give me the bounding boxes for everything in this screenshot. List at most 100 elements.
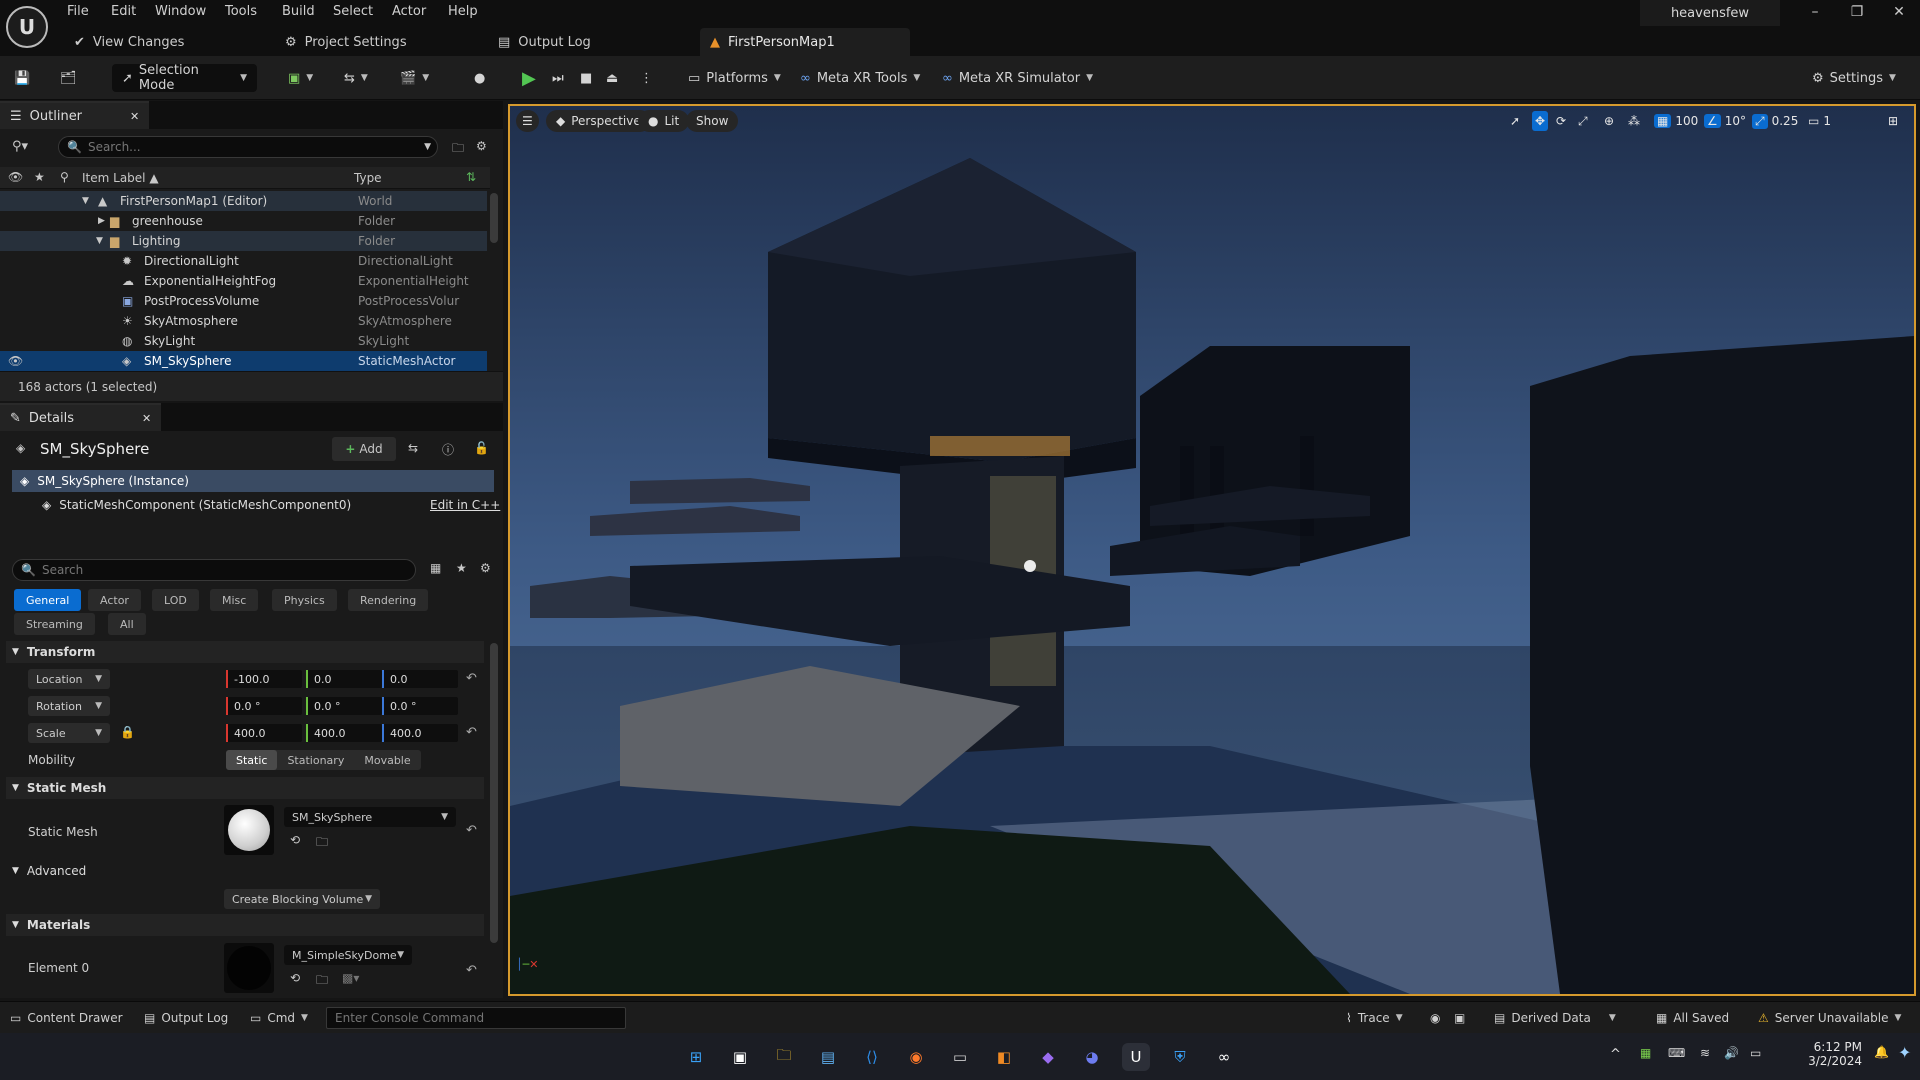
rotation-x[interactable]: 0.0 °: [226, 697, 302, 715]
derived-data-dropdown[interactable]: ▤ Derived Data ▼: [1494, 1008, 1616, 1028]
reset-icon[interactable]: ↶: [466, 725, 477, 740]
outliner-row-greenhouse[interactable]: ▶ ▆ greenhouse Folder: [0, 211, 487, 231]
record-icon[interactable]: ◉: [1430, 1008, 1440, 1028]
column-type[interactable]: Type: [354, 171, 382, 185]
user-account[interactable]: heavensfew: [1640, 0, 1780, 26]
meta-xr-tools-dropdown[interactable]: ∞ Meta XR Tools ▼: [800, 64, 920, 92]
material-thumbnail[interactable]: [224, 943, 274, 993]
column-settings-icon[interactable]: ⇅: [466, 170, 476, 184]
volume-icon[interactable]: 🔊: [1724, 1046, 1739, 1060]
outliner-row-heightfog[interactable]: ☁ ExponentialHeightFog ExponentialHeight: [0, 271, 487, 291]
cmd-dropdown[interactable]: ▭ Cmd ▼: [250, 1008, 308, 1028]
rotation-snap-toggle[interactable]: ∠ 10°: [1704, 111, 1746, 131]
category-misc[interactable]: Misc: [210, 589, 259, 611]
viewport-menu-button[interactable]: ☰: [516, 110, 539, 132]
terminal-icon[interactable]: ▭: [946, 1043, 974, 1071]
add-folder-icon[interactable]: 🗀: [452, 139, 464, 160]
obsidian-icon[interactable]: ◆: [1034, 1043, 1062, 1071]
chevron-down-icon[interactable]: ▼: [96, 236, 103, 246]
star-icon[interactable]: ★: [456, 561, 467, 575]
mobility-stationary[interactable]: Stationary: [277, 750, 354, 770]
material-dropdown[interactable]: M_SimpleSkyDome ▼: [284, 945, 412, 965]
meta-taskbar-icon[interactable]: ∞: [1210, 1043, 1238, 1071]
security-shield-icon[interactable]: ⛨: [1166, 1043, 1194, 1071]
source-control-dropdown[interactable]: ⚠ Server Unavailable ▼: [1758, 1008, 1901, 1028]
rotation-z[interactable]: 0.0 °: [382, 697, 458, 715]
trace-dropdown[interactable]: ⌇ Trace ▼: [1346, 1008, 1403, 1028]
pin-icon[interactable]: ⚲: [60, 170, 69, 184]
reset-icon[interactable]: ↶: [466, 963, 477, 978]
component-row[interactable]: ◈ StaticMeshComponent (StaticMeshCompone…: [12, 495, 494, 515]
eye-icon[interactable]: 👁: [8, 354, 23, 368]
modes-icon[interactable]: ●: [474, 64, 485, 92]
scale-tool-icon[interactable]: ⤢: [1578, 111, 1588, 131]
surface-snap-icon[interactable]: ⁂: [1628, 111, 1640, 131]
material-options-icon[interactable]: ▩▾: [342, 971, 359, 985]
translate-tool-icon[interactable]: ✥: [1532, 111, 1549, 131]
play-icon[interactable]: ▶: [522, 64, 536, 92]
tab-output-log[interactable]: ▤ Output Log: [488, 28, 601, 56]
gear-icon[interactable]: ⚙: [476, 139, 487, 153]
category-rendering[interactable]: Rendering: [348, 589, 429, 611]
section-materials[interactable]: ▼ Materials: [6, 914, 484, 936]
chevron-down-icon[interactable]: ▼: [82, 196, 89, 206]
edit-in-cpp-link[interactable]: Edit in C++: [430, 498, 500, 512]
filter-icon[interactable]: ⚲▾: [12, 139, 28, 154]
browse-icon[interactable]: 🗂: [60, 64, 77, 92]
outliner-row-lighting[interactable]: ▼ ▆ Lighting Folder: [0, 231, 487, 251]
scale-z[interactable]: 400.0: [382, 724, 458, 742]
more-options-icon[interactable]: ⋮: [640, 64, 653, 92]
scale-x[interactable]: 400.0: [226, 724, 302, 742]
lit-button[interactable]: ● Lit: [638, 110, 690, 132]
scale-snap-toggle[interactable]: ⤢ 0.25: [1752, 111, 1798, 131]
wifi-icon[interactable]: ≋: [1700, 1046, 1710, 1060]
gear-icon[interactable]: ⚙: [480, 561, 491, 575]
details-scrollbar[interactable]: [490, 643, 498, 943]
outliner-row-world[interactable]: ▼ ▲ FirstPersonMap1 (Editor) World: [0, 191, 487, 211]
location-x[interactable]: -100.0: [226, 670, 302, 688]
maximize-viewport-icon[interactable]: ⊞: [1888, 111, 1898, 131]
mobility-movable[interactable]: Movable: [354, 750, 420, 770]
tab-project-settings[interactable]: ⚙ Project Settings: [275, 28, 417, 56]
platforms-dropdown[interactable]: ▭ Platforms ▼: [688, 64, 781, 92]
table-view-icon[interactable]: ▦: [430, 561, 441, 575]
outliner-row-skyatmosphere[interactable]: ☀ SkyAtmosphere SkyAtmosphere: [0, 311, 487, 331]
rotation-y[interactable]: 0.0 °: [306, 697, 382, 715]
step-icon[interactable]: ⏭: [552, 64, 564, 92]
close-icon[interactable]: ✕: [142, 412, 151, 425]
column-item-label[interactable]: Item Label ▲: [82, 171, 159, 185]
mobility-static[interactable]: Static: [226, 750, 278, 770]
notification-bell-icon[interactable]: 🔔: [1874, 1045, 1889, 1059]
select-tool-icon[interactable]: ➚: [1510, 111, 1520, 131]
tray-nvidia-icon[interactable]: ▦: [1640, 1046, 1651, 1060]
eject-icon[interactable]: ⏏: [606, 64, 618, 92]
show-button[interactable]: Show: [686, 110, 739, 132]
location-mode-dropdown[interactable]: Location ▼: [28, 669, 110, 689]
unreal-editor-taskbar-icon[interactable]: U: [1122, 1043, 1150, 1071]
windows-start-icon[interactable]: ⊞: [682, 1043, 710, 1071]
rotation-mode-dropdown[interactable]: Rotation ▼: [28, 696, 110, 716]
notepad-icon[interactable]: ▤: [814, 1043, 842, 1071]
static-mesh-dropdown[interactable]: SM_SkySphere ▼: [284, 807, 456, 827]
category-general[interactable]: General: [14, 589, 82, 611]
menu-build[interactable]: Build: [282, 4, 315, 19]
folder-search-icon[interactable]: 🗀: [316, 833, 328, 854]
rotate-tool-icon[interactable]: ⟳: [1556, 111, 1566, 131]
reset-icon[interactable]: ↶: [466, 671, 477, 686]
cinematics-dropdown[interactable]: 🎬 ▼: [400, 64, 429, 92]
menu-help[interactable]: Help: [448, 4, 478, 19]
rotation-snap-value[interactable]: 10°: [1725, 114, 1746, 128]
outliner-row-skylight[interactable]: ◍ SkyLight SkyLight: [0, 331, 487, 351]
lock-icon[interactable]: 🔒: [120, 725, 135, 739]
details-search-input[interactable]: [41, 563, 415, 577]
create-blocking-volume-button[interactable]: Create Blocking Volume ▼: [224, 889, 380, 909]
outliner-row-sm-skysphere[interactable]: 👁 ◈ SM_SkySphere StaticMeshActor: [0, 351, 487, 371]
add-component-button[interactable]: + Add: [332, 437, 396, 461]
section-transform[interactable]: ▼ Transform: [6, 641, 484, 663]
unreal-logo-icon[interactable]: U: [6, 6, 48, 48]
perspective-button[interactable]: ◆ Perspective: [546, 110, 651, 132]
chevron-right-icon[interactable]: ▶: [98, 216, 105, 226]
component-instance-row[interactable]: ◈ SM_SkySphere (Instance): [12, 470, 494, 492]
section-static-mesh[interactable]: ▼ Static Mesh: [6, 777, 484, 799]
clock[interactable]: 6:12 PM 3/2/2024: [1772, 1040, 1862, 1068]
